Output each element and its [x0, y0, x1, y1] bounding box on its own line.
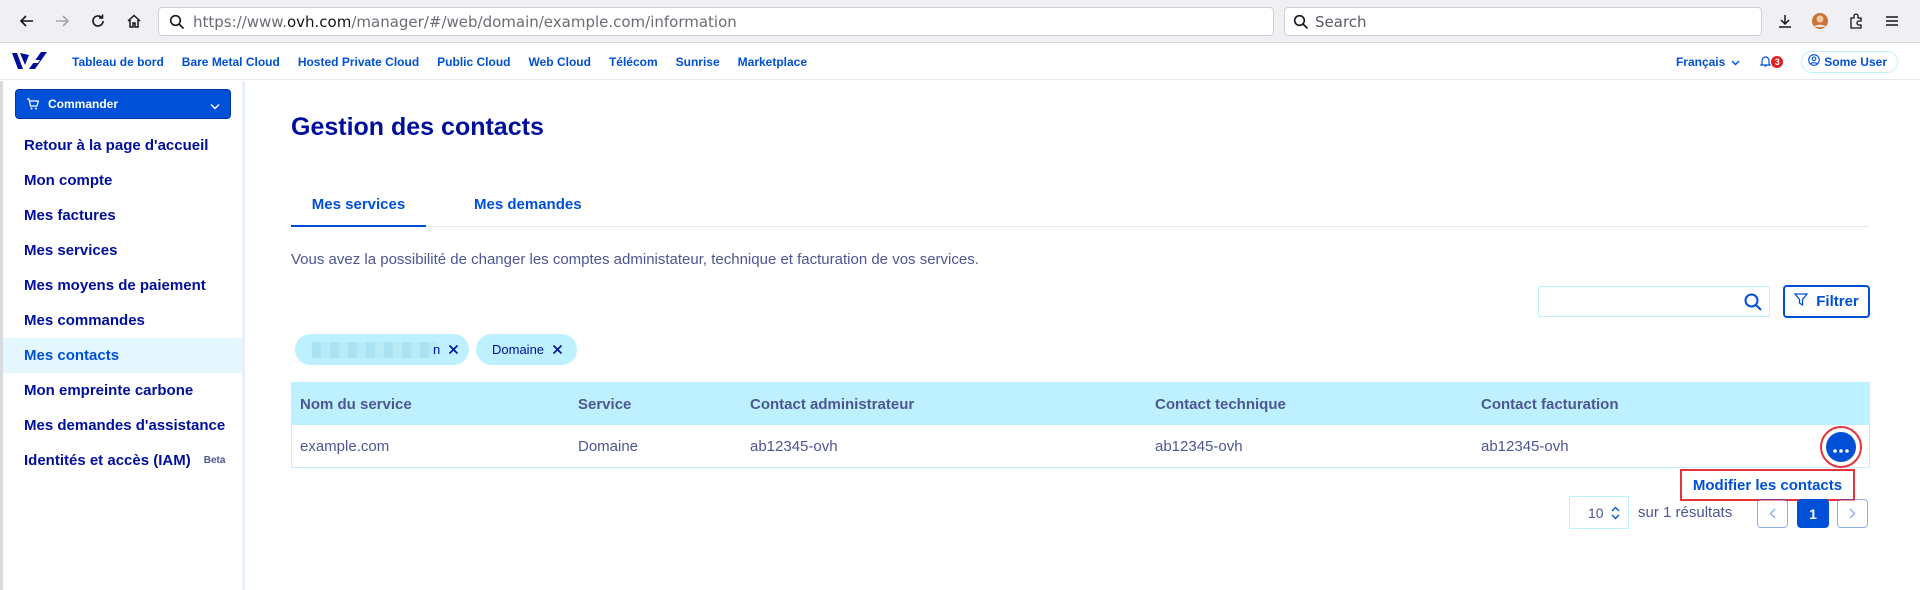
chip-label: n — [433, 342, 441, 357]
sidebar-item-home[interactable]: Retour à la page d'accueil — [0, 128, 242, 163]
nav-link-telecom[interactable]: Télécom — [609, 55, 658, 69]
close-icon[interactable] — [552, 344, 563, 355]
column-header: Contact technique — [1155, 395, 1286, 413]
sidebar-item-invoices[interactable]: Mes factures — [0, 198, 242, 233]
address-bar[interactable]: https://www.ovh.com/manager/#/web/domain… — [158, 7, 1274, 36]
column-header: Nom du service — [300, 395, 412, 413]
table-header: Nom du service Service Contact administr… — [292, 383, 1869, 425]
window-edge — [0, 81, 3, 590]
next-page-button[interactable] — [1837, 499, 1868, 528]
sidebar-item-iam[interactable]: Identités et accès (IAM) Beta — [0, 443, 242, 478]
notification-count-badge: 3 — [1771, 55, 1784, 68]
profile-avatar-icon[interactable] — [1809, 10, 1831, 32]
page-title: Gestion des contacts — [291, 113, 544, 141]
nav-right-group: Français 3 Some User — [1676, 43, 1898, 80]
nav-link-web-cloud[interactable]: Web Cloud — [529, 55, 591, 69]
filter-button-label: Filtrer — [1816, 293, 1859, 310]
sidebar-item-payment-methods[interactable]: Mes moyens de paiement — [0, 268, 242, 303]
sidebar-item-support-requests[interactable]: Mes demandes d'assistance — [0, 408, 242, 443]
order-button-label: Commander — [48, 97, 119, 111]
table-cell: example.com — [300, 437, 390, 455]
top-navigation: Tableau de bord Bare Metal Cloud Hosted … — [0, 43, 1920, 80]
chip-label: Domaine — [492, 342, 545, 357]
reload-icon[interactable] — [85, 8, 111, 34]
search-placeholder: Search — [1315, 12, 1367, 31]
ovh-logo-icon[interactable] — [11, 50, 47, 72]
sidebar-item-label: Identités et accès (IAM) — [24, 452, 191, 469]
filter-chip: n — [295, 334, 469, 365]
search-input[interactable] — [1538, 286, 1770, 317]
page-number-button[interactable]: 1 — [1797, 499, 1829, 528]
notifications-button[interactable]: 3 — [1759, 52, 1784, 71]
nav-link-public-cloud[interactable]: Public Cloud — [437, 55, 510, 69]
browser-toolbar: https://www.ovh.com/manager/#/web/domain… — [0, 0, 1920, 43]
user-name: Some User — [1824, 54, 1887, 69]
filter-chip: Domaine — [476, 334, 577, 365]
edit-contacts-menu-item[interactable]: Modifier les contacts — [1680, 469, 1855, 501]
previous-page-button[interactable] — [1757, 499, 1788, 528]
filter-button[interactable]: Filtrer — [1783, 285, 1870, 318]
sidebar-item-account[interactable]: Mon compte — [0, 163, 242, 198]
sidebar: Commander Retour à la page d'accueil Mon… — [0, 81, 245, 590]
results-count: sur 1 résultats — [1638, 504, 1733, 521]
table-cell: ab12345-ovh — [750, 437, 838, 455]
tab-my-requests[interactable]: Mes demandes — [474, 189, 582, 227]
main-menu: Tableau de bord Bare Metal Cloud Hosted … — [72, 43, 825, 80]
page-size-select[interactable]: 10 — [1569, 496, 1629, 529]
sidebar-item-orders[interactable]: Mes commandes — [0, 303, 242, 338]
language-label: Français — [1675, 54, 1726, 69]
user-menu-button[interactable]: Some User — [1801, 50, 1898, 73]
sidebar-item-services[interactable]: Mes services — [0, 233, 242, 268]
updown-chevron-icon — [1611, 506, 1620, 523]
sidebar-item-carbon-footprint[interactable]: Mon empreinte carbone — [0, 373, 242, 408]
url-text: https://www.ovh.com/manager/#/web/domain… — [193, 12, 737, 31]
nav-link-bare-metal[interactable]: Bare Metal Cloud — [182, 55, 280, 69]
sidebar-item-contacts[interactable]: Mes contacts — [0, 338, 242, 373]
bell-icon — [1759, 52, 1772, 71]
forward-icon[interactable] — [49, 8, 75, 34]
ellipsis-icon — [1833, 438, 1849, 457]
back-icon[interactable] — [14, 8, 40, 34]
table-cell: ab12345-ovh — [1155, 437, 1243, 455]
beta-badge: Beta — [203, 455, 226, 466]
table-cell: ab12345-ovh — [1481, 437, 1569, 455]
browser-search-input[interactable]: Search — [1284, 7, 1762, 36]
column-header: Contact facturation — [1481, 395, 1619, 413]
row-actions-button[interactable] — [1826, 432, 1856, 462]
user-icon — [1808, 54, 1821, 69]
home-icon[interactable] — [121, 8, 147, 34]
tab-my-services[interactable]: Mes services — [291, 189, 426, 227]
nav-link-dashboard[interactable]: Tableau de bord — [72, 55, 164, 69]
order-button[interactable]: Commander — [15, 89, 231, 119]
downloads-icon[interactable] — [1774, 10, 1796, 32]
tab-bar: Mes services Mes demandes — [291, 189, 1869, 227]
column-header: Contact administrateur — [750, 395, 915, 413]
nav-link-hosted-private-cloud[interactable]: Hosted Private Cloud — [298, 55, 419, 69]
table-row: example.com Domaine ab12345-ovh ab12345-… — [292, 425, 1869, 468]
chevron-down-icon — [210, 99, 220, 113]
chevron-left-icon — [1769, 504, 1776, 523]
page-description: Vous avez la possibilité de changer les … — [291, 251, 979, 268]
sidebar-menu: Retour à la page d'accueil Mon compte Me… — [0, 128, 242, 478]
redacted-text — [312, 341, 437, 358]
page-size-value: 10 — [1588, 504, 1604, 521]
search-icon — [169, 14, 185, 34]
contacts-table: Nom du service Service Contact administr… — [291, 382, 1870, 468]
filter-icon — [1793, 293, 1809, 310]
close-icon[interactable] — [448, 344, 459, 355]
search-icon — [1293, 14, 1309, 34]
language-selector[interactable]: Français — [1676, 55, 1740, 69]
search-icon[interactable] — [1743, 292, 1763, 316]
table-cell: Domaine — [578, 437, 639, 455]
nav-link-sunrise[interactable]: Sunrise — [676, 55, 720, 69]
menu-icon[interactable] — [1881, 10, 1903, 32]
cart-icon — [26, 98, 39, 110]
chevron-down-icon — [1731, 55, 1740, 69]
extensions-icon[interactable] — [1845, 10, 1867, 32]
chevron-right-icon — [1849, 504, 1856, 523]
column-header: Service — [578, 395, 632, 413]
nav-link-marketplace[interactable]: Marketplace — [738, 55, 807, 69]
